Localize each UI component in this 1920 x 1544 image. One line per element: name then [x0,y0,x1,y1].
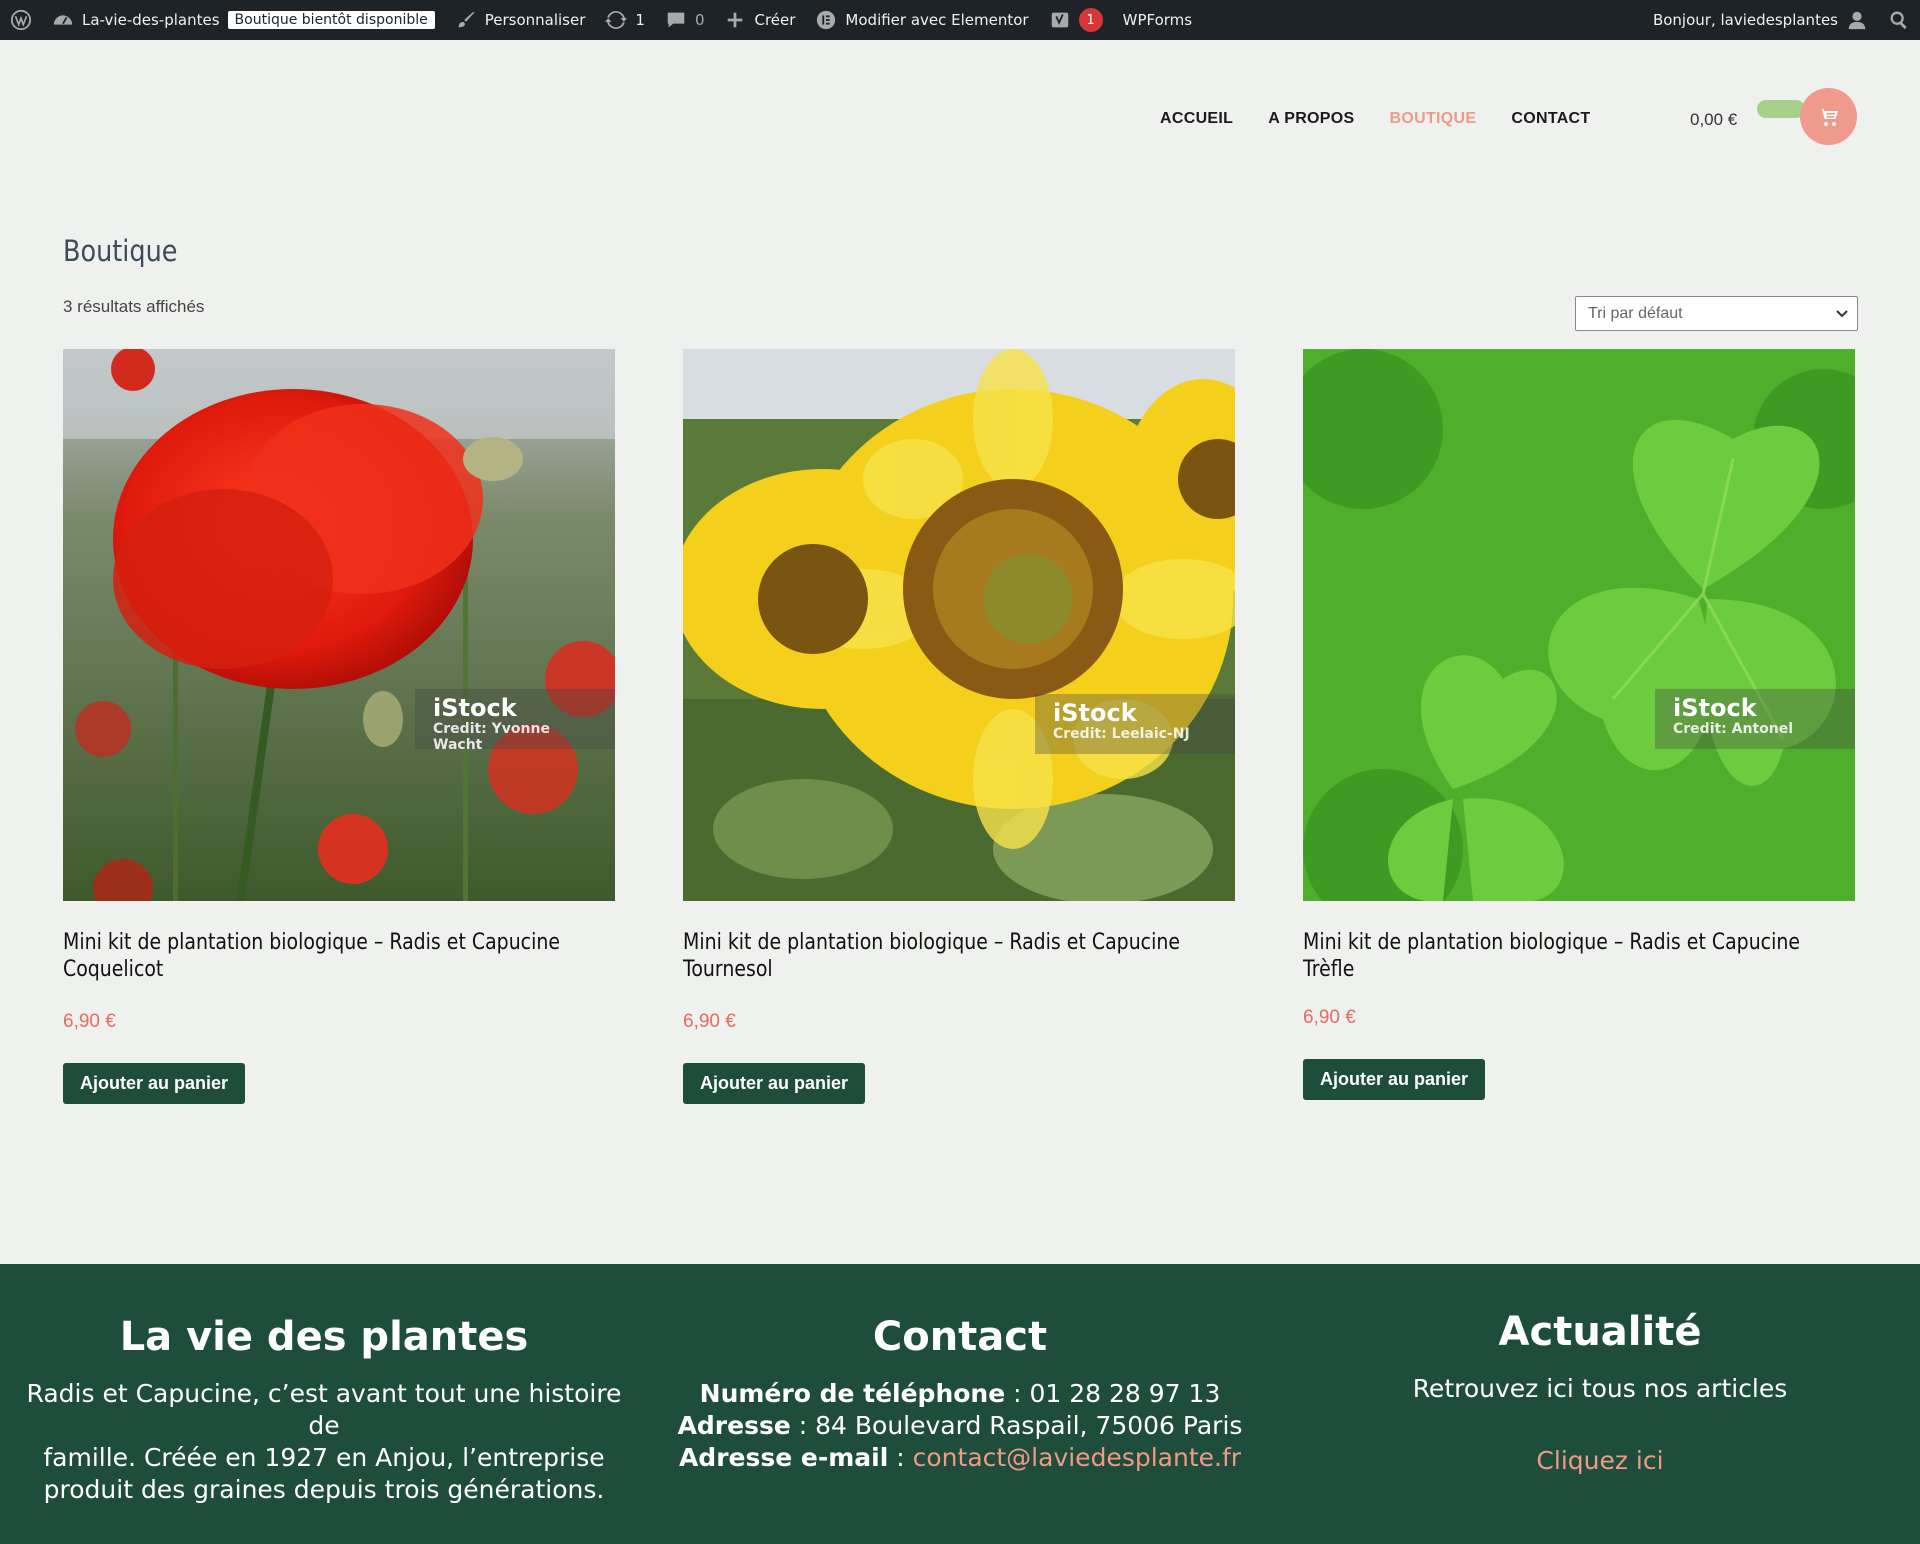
site-name-label: La-vie-des-plantes [82,11,220,29]
footer-about-line: Radis et Capucine, c’est avant tout une … [26,1379,622,1408]
sort-selected-value: Tri par défaut [1588,304,1683,322]
user-avatar-icon [1846,9,1868,31]
product-price: 6,90 € [1303,1007,1356,1028]
site-footer: La vie des plantes Radis et Capucine, c’… [0,1264,1920,1544]
refresh-icon [605,9,628,31]
yoast-notification-badge: 1 [1078,8,1103,32]
wordpress-logo-button[interactable] [0,0,42,40]
watermark-brand: iStock [433,694,517,722]
footer-news-title: Actualité [1498,1309,1702,1355]
wpforms-label: WPForms [1122,11,1193,29]
yoast-icon [1049,9,1071,31]
account-menu[interactable]: Bonjour, laviedesplantes [1643,0,1878,40]
email-separator: : [888,1443,913,1472]
footer-about: La vie des plantes Radis et Capucine, c’… [20,1314,628,1506]
footer-news: Actualité Retrouvez ici tous nos article… [1300,1309,1900,1477]
comment-icon [665,9,687,31]
footer-news-text: Retrouvez ici tous nos articles [1412,1374,1788,1403]
add-to-cart-button[interactable]: Ajouter au panier [63,1063,246,1104]
footer-contact: Contact Numéro de téléphone : 01 28 28 9… [640,1314,1280,1474]
email-label: Adresse e-mail [678,1443,889,1472]
product-title[interactable]: Mini kit de plantation biologique – Radi… [1303,929,1853,983]
result-count: 3 résultats affichés [63,297,205,316]
cart-icon [1818,108,1838,126]
product-title[interactable]: Mini kit de plantation biologique – Radi… [63,929,613,983]
poppy-photo [63,349,615,901]
footer-about-line: famille. Créée en 1927 en Anjou, l’entre… [43,1443,605,1472]
comments-count: 0 [694,11,705,29]
elementor-icon [815,9,837,31]
image-watermark: iStock Credit: Yvonne Wacht [415,689,615,753]
elementor-link[interactable]: Modifier avec Elementor [805,0,1038,40]
wordpress-icon [10,9,32,31]
comments-link[interactable]: 0 [655,0,715,40]
customize-link[interactable]: Personnaliser [445,0,596,40]
footer-address: Adresse : 84 Boulevard Raspail, 75006 Pa… [640,1410,1280,1442]
watermark-brand: iStock [1053,699,1137,727]
address-label: Adresse [677,1411,791,1440]
site-name-link[interactable]: La-vie-des-plantes Boutique bientôt disp… [42,0,445,40]
search-icon [1888,9,1910,31]
add-to-cart-button[interactable]: Ajouter au panier [683,1063,866,1104]
watermark-brand: iStock [1673,694,1757,722]
plus-icon [724,9,746,31]
greeting-label: Bonjour, laviedesplantes [1652,11,1838,29]
chevron-down-icon [1835,306,1849,320]
image-watermark: iStock Credit: Leelaic-NJ [1035,694,1235,754]
footer-email: Adresse e-mail : contact@laviedesplante.… [640,1442,1280,1474]
coming-soon-badge[interactable]: Boutique bientôt disponible [227,11,435,29]
watermark-credit: Credit: Leelaic-NJ [1053,726,1190,742]
sunflower-photo [683,349,1235,901]
cart-toggle-indicator [1757,100,1805,118]
footer-contact-title: Contact [872,1314,1048,1360]
nav-item-boutique[interactable]: BOUTIQUE [1390,110,1477,128]
phone-value: : 01 28 28 97 13 [1005,1379,1221,1408]
footer-about-line: de [308,1411,340,1440]
address-value: : 84 Boulevard Raspail, 75006 Paris [790,1411,1243,1440]
clover-photo [1303,349,1855,901]
watermark-credit: Credit: Antonel [1673,721,1794,737]
cart-total[interactable]: 0,00 € [1690,110,1737,130]
add-to-cart-button[interactable]: Ajouter au panier [1303,1059,1486,1100]
admin-search-button[interactable] [1878,0,1920,40]
image-watermark: iStock Credit: Antonel [1655,689,1855,749]
page-title: Boutique [63,234,178,268]
create-label: Créer [754,11,796,29]
product-title[interactable]: Mini kit de plantation biologique – Radi… [683,929,1233,983]
product-image-sunflower[interactable]: iStock Credit: Leelaic-NJ [683,349,1235,901]
product-card: iStock Credit: Leelaic-NJ Mini kit de pl… [683,349,1235,1104]
product-image-poppy[interactable]: iStock Credit: Yvonne Wacht [63,349,615,901]
customize-label: Personnaliser [484,11,586,29]
product-card: iStock Credit: Antonel Mini kit de plant… [1303,349,1855,1100]
create-link[interactable]: Créer [714,0,805,40]
brush-icon [455,9,477,31]
footer-phone: Numéro de téléphone : 01 28 28 97 13 [640,1378,1280,1410]
product-card: iStock Credit: Yvonne Wacht Mini kit de … [63,349,615,1104]
product-price: 6,90 € [63,1011,116,1032]
footer-about-title: La vie des plantes [119,1314,529,1360]
product-price: 6,90 € [683,1011,736,1032]
nav-item-accueil[interactable]: ACCUEIL [1160,110,1233,128]
main-navigation: ACCUEIL A PROPOS BOUTIQUE CONTACT [1160,110,1625,128]
updates-count: 1 [635,11,645,29]
nav-item-contact[interactable]: CONTACT [1511,110,1590,128]
product-image-clover[interactable]: iStock Credit: Antonel [1303,349,1855,901]
updates-link[interactable]: 1 [595,0,655,40]
cart-button[interactable] [1800,88,1857,145]
phone-label: Numéro de téléphone [699,1379,1006,1408]
yoast-link[interactable]: 1 [1039,0,1113,40]
elementor-label: Modifier avec Elementor [845,11,1029,29]
sort-dropdown[interactable]: Tri par défaut [1575,296,1858,331]
wpforms-link[interactable]: WPForms [1113,0,1202,40]
footer-about-line: produit des graines depuis trois générat… [43,1475,605,1504]
footer-news-link[interactable]: Cliquez ici [1300,1445,1900,1477]
dashboard-icon [52,9,74,31]
email-link[interactable]: contact@laviedesplante.fr [913,1443,1241,1472]
watermark-credit: Credit: Yvonne Wacht [433,721,550,753]
admin-bar: La-vie-des-plantes Boutique bientôt disp… [0,0,1920,40]
nav-item-a-propos[interactable]: A PROPOS [1268,110,1354,128]
